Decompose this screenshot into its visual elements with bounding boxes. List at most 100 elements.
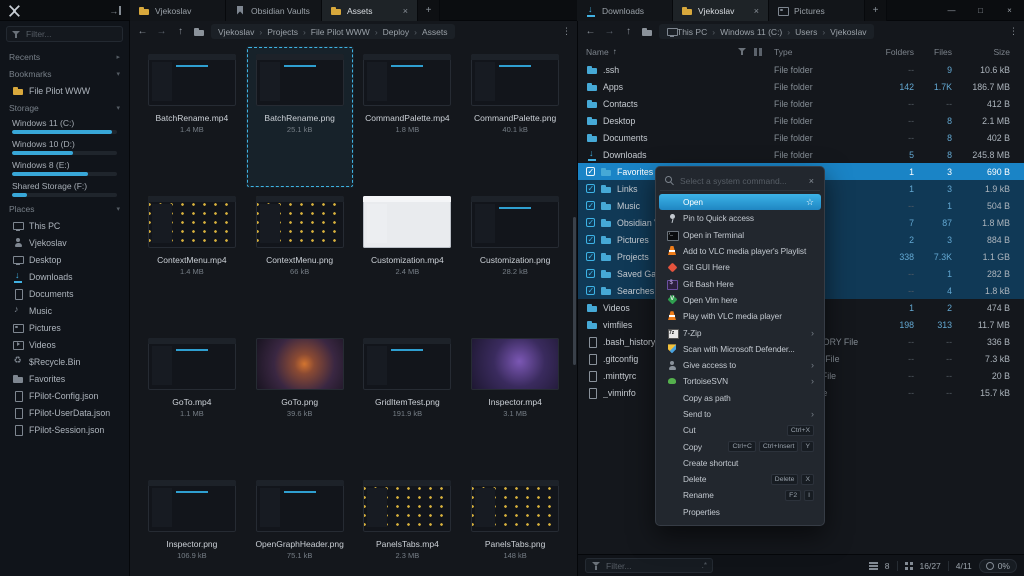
sidebar-drive-item[interactable]: Shared Storage (F:) bbox=[0, 179, 129, 200]
close-button[interactable]: × bbox=[995, 0, 1024, 21]
column-size[interactable]: Size bbox=[952, 47, 1014, 57]
tab[interactable]: Assets × bbox=[322, 0, 418, 21]
context-menu-item[interactable]: Send to › bbox=[659, 406, 821, 422]
breadcrumb-segment[interactable]: Vjekoslav bbox=[218, 27, 254, 37]
pane-menu-button[interactable]: ⋮ bbox=[1009, 26, 1018, 37]
sidebar-drive-item[interactable]: Windows 11 (C:) bbox=[0, 116, 129, 137]
file-row[interactable]: Desktop File folder -- 8 2.1 MB bbox=[578, 112, 1024, 129]
file-card[interactable]: Inspector.png 106.9 kB bbox=[138, 472, 246, 576]
context-menu-item[interactable]: Properties bbox=[659, 504, 821, 520]
file-card[interactable]: Inspector.mp4 3.1 MB bbox=[461, 330, 569, 472]
context-menu-item[interactable]: 7-Zip › bbox=[659, 324, 821, 340]
file-card[interactable]: GoTo.mp4 1.1 MB bbox=[138, 330, 246, 472]
sidebar-place-item[interactable]: This PC bbox=[0, 217, 129, 234]
header-filter-icon[interactable] bbox=[737, 46, 748, 57]
context-menu-item[interactable]: Git Bash Here bbox=[659, 275, 821, 291]
row-checkbox[interactable] bbox=[586, 252, 595, 261]
breadcrumb-segment[interactable]: Assets bbox=[409, 27, 447, 37]
sidebar-section-bookmarks[interactable]: Bookmarks ▾ bbox=[0, 65, 129, 82]
file-card[interactable]: PanelsTabs.png 148 kB bbox=[461, 472, 569, 576]
row-checkbox[interactable] bbox=[586, 269, 595, 278]
sidebar-bookmark-item[interactable]: File Pilot WWW bbox=[0, 82, 129, 99]
sidebar-section-storage[interactable]: Storage ▾ bbox=[0, 99, 129, 116]
sidebar-place-item[interactable]: Documents bbox=[0, 285, 129, 302]
new-folder-icon[interactable] bbox=[641, 26, 653, 38]
sidebar-filter-input[interactable] bbox=[26, 29, 118, 39]
context-menu-item[interactable]: Open Vim here bbox=[659, 292, 821, 308]
file-row[interactable]: Contacts File folder -- -- 412 B bbox=[578, 95, 1024, 112]
file-row[interactable]: Documents File folder -- 8 402 B bbox=[578, 129, 1024, 146]
breadcrumb-segment[interactable]: Projects bbox=[254, 27, 298, 37]
context-menu-item[interactable]: Copy as path bbox=[659, 390, 821, 406]
scrollbar-thumb[interactable] bbox=[573, 217, 576, 365]
breadcrumb-segment[interactable]: Users bbox=[782, 27, 817, 37]
sidebar-place-item[interactable]: FPilot-UserData.json bbox=[0, 404, 129, 421]
file-card[interactable]: OpenGraphHeader.png 75.1 kB bbox=[246, 472, 354, 576]
context-menu-item[interactable]: Open ☆ bbox=[659, 194, 821, 210]
sidebar-place-item[interactable]: Pictures bbox=[0, 319, 129, 336]
tab[interactable]: Downloads bbox=[577, 0, 673, 21]
sidebar-filter[interactable] bbox=[6, 26, 123, 42]
forward-button[interactable]: → bbox=[155, 26, 168, 37]
list-filter-input[interactable] bbox=[606, 561, 698, 571]
command-search-input[interactable] bbox=[680, 176, 803, 186]
sort-ascending-icon[interactable]: ↑ bbox=[613, 47, 617, 56]
sidebar-section-recents[interactable]: Recents ▸ bbox=[0, 48, 129, 65]
sidebar-place-item[interactable]: $Recycle.Bin bbox=[0, 353, 129, 370]
breadcrumb-segment[interactable]: Vjekoslav bbox=[817, 27, 866, 37]
row-checkbox[interactable] bbox=[586, 184, 595, 193]
new-folder-icon[interactable] bbox=[193, 26, 205, 38]
context-menu-item[interactable]: Create shortcut bbox=[659, 455, 821, 471]
sidebar-place-item[interactable]: Desktop bbox=[0, 251, 129, 268]
breadcrumb-segment[interactable]: This PC bbox=[677, 27, 707, 37]
row-checkbox[interactable] bbox=[586, 201, 595, 210]
minimize-button[interactable]: — bbox=[937, 0, 966, 21]
file-row[interactable]: Apps File folder 142 1.7K 186.7 MB bbox=[578, 78, 1024, 95]
file-card[interactable]: Customization.png 28.2 kB bbox=[461, 188, 569, 330]
row-checkbox[interactable] bbox=[586, 286, 595, 295]
breadcrumb-segment[interactable]: Deploy bbox=[370, 27, 409, 37]
new-tab-button[interactable]: + bbox=[418, 0, 440, 21]
tab[interactable]: Vjekoslav × bbox=[673, 0, 769, 21]
sidebar-drive-item[interactable]: Windows 8 (E:) bbox=[0, 158, 129, 179]
context-menu-item[interactable]: Add to VLC media player's Playlist bbox=[659, 243, 821, 259]
context-menu-item[interactable]: Open in Terminal bbox=[659, 227, 821, 243]
close-icon[interactable]: × bbox=[807, 176, 816, 186]
row-checkbox[interactable] bbox=[586, 218, 595, 227]
tab[interactable]: Pictures bbox=[769, 0, 865, 21]
row-checkbox[interactable] bbox=[586, 235, 595, 244]
sidebar-drive-item[interactable]: Windows 10 (D:) bbox=[0, 137, 129, 158]
context-menu-item[interactable]: Scan with Microsoft Defender... bbox=[659, 341, 821, 357]
back-button[interactable]: ← bbox=[136, 26, 149, 37]
up-button[interactable]: ↑ bbox=[174, 26, 187, 37]
sidebar-place-item[interactable]: Videos bbox=[0, 336, 129, 353]
file-card[interactable]: GoTo.png 39.6 kB bbox=[246, 330, 354, 472]
context-menu-item[interactable]: Rename F2I bbox=[659, 487, 821, 503]
file-card[interactable]: GridItemTest.png 191.9 kB bbox=[354, 330, 462, 472]
file-card[interactable]: CommandPalette.mp4 1.8 MB bbox=[354, 46, 462, 188]
row-checkbox[interactable] bbox=[586, 167, 595, 176]
forward-button[interactable]: → bbox=[603, 26, 616, 37]
sidebar-place-item[interactable]: Downloads bbox=[0, 268, 129, 285]
new-tab-button[interactable]: + bbox=[865, 0, 887, 21]
file-card[interactable]: ContextMenu.png 66 kB bbox=[246, 188, 354, 330]
context-menu-item[interactable]: TortoiseSVN › bbox=[659, 373, 821, 389]
up-button[interactable]: ↑ bbox=[622, 26, 635, 37]
file-card[interactable]: Customization.mp4 2.4 MB bbox=[354, 188, 462, 330]
column-type[interactable]: Type bbox=[774, 47, 870, 57]
back-button[interactable]: ← bbox=[584, 26, 597, 37]
sidebar-place-item[interactable]: Music bbox=[0, 302, 129, 319]
command-search[interactable]: × bbox=[660, 171, 820, 191]
regex-toggle-icon[interactable]: .* bbox=[702, 561, 707, 570]
column-files[interactable]: Files bbox=[914, 47, 952, 57]
header-columns-icon[interactable] bbox=[752, 46, 764, 58]
file-row[interactable]: .ssh File folder -- 9 10.6 kB bbox=[578, 61, 1024, 78]
file-card[interactable]: CommandPalette.png 40.1 kB bbox=[461, 46, 569, 188]
context-menu-item[interactable]: Copy Ctrl+CCtrl+InsertY bbox=[659, 438, 821, 454]
file-card[interactable]: BatchRename.mp4 1.4 MB bbox=[138, 46, 246, 188]
context-menu-item[interactable]: Play with VLC media player bbox=[659, 308, 821, 324]
list-filter[interactable]: .* bbox=[585, 558, 713, 573]
maximize-button[interactable]: □ bbox=[966, 0, 995, 21]
sidebar-place-item[interactable]: Vjekoslav bbox=[0, 234, 129, 251]
context-menu-item[interactable]: Pin to Quick access bbox=[659, 210, 821, 226]
